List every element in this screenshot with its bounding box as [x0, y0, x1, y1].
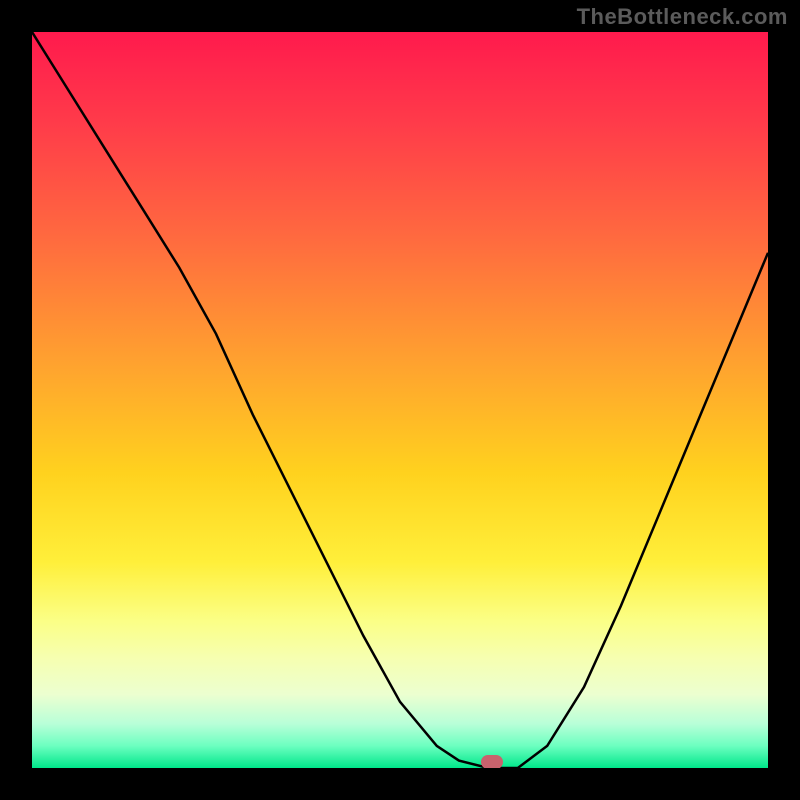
plot-area	[32, 32, 768, 768]
watermark-label: TheBottleneck.com	[577, 4, 788, 30]
curve-path	[32, 32, 768, 768]
optimum-marker	[481, 755, 503, 768]
chart-frame: TheBottleneck.com	[0, 0, 800, 800]
bottleneck-curve	[32, 32, 768, 768]
